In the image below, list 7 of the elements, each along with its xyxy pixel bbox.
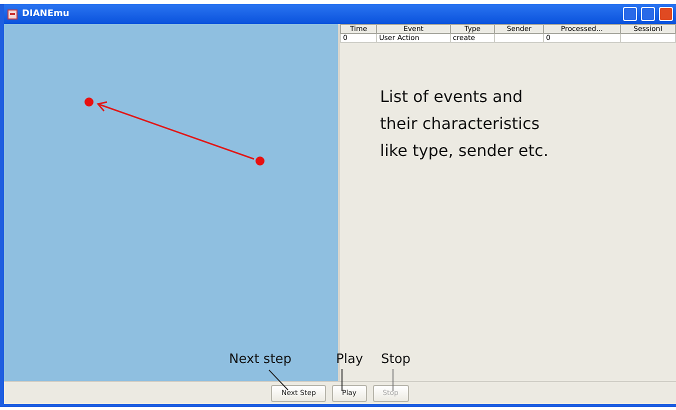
callout-label: Play <box>336 352 364 367</box>
callout-label: Stop <box>381 352 411 367</box>
annotation-text: List of events and <box>380 86 524 108</box>
window-title: DIANEmu <box>22 9 70 19</box>
annotation-text: like type, sender etc. <box>380 140 550 162</box>
callout-label: Next step <box>229 352 292 367</box>
annotation-text: their characteristics <box>380 113 541 135</box>
